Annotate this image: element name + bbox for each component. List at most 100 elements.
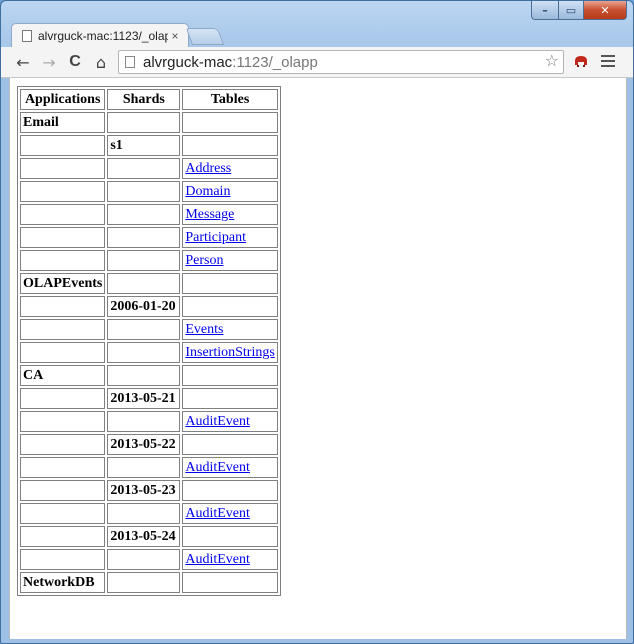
bookmark-star-icon[interactable]: ☆ xyxy=(545,51,559,70)
application-cell xyxy=(20,296,106,317)
back-icon[interactable]: ← xyxy=(13,52,33,72)
url-host: alvrguck-mac xyxy=(143,53,233,71)
application-cell xyxy=(20,457,106,478)
caption-buttons: – ▭ ✕ xyxy=(531,1,627,20)
table-link[interactable]: AuditEvent xyxy=(185,414,250,429)
shard-cell xyxy=(107,250,181,271)
table-cell xyxy=(182,434,278,455)
table-row: 2006-01-20 xyxy=(20,296,278,317)
table-cell: InsertionStrings xyxy=(182,342,278,363)
table-row: AuditEvent xyxy=(20,411,278,432)
shard-cell xyxy=(107,342,181,363)
application-cell: OLAPEvents xyxy=(20,273,106,294)
tab-close-icon[interactable]: × xyxy=(168,29,182,43)
menu-icon[interactable] xyxy=(601,55,615,69)
table-link[interactable]: InsertionStrings xyxy=(185,345,274,360)
table-link[interactable]: Person xyxy=(185,253,223,268)
table-row: 2013-05-23 xyxy=(20,480,278,501)
table-row: AuditEvent xyxy=(20,549,278,570)
header-tables: Tables xyxy=(182,89,278,110)
table-row: 2013-05-22 xyxy=(20,434,278,455)
application-cell xyxy=(20,204,106,225)
application-cell xyxy=(20,319,106,340)
table-row: Person xyxy=(20,250,278,271)
application-cell xyxy=(20,526,106,547)
table-link[interactable]: Domain xyxy=(185,184,230,199)
tab-strip: alvrguck-mac:1123/_olapp × xyxy=(1,19,633,48)
table-cell: Address xyxy=(182,158,278,179)
table-link[interactable]: Events xyxy=(185,322,223,337)
home-icon[interactable]: ⌂ xyxy=(91,52,111,72)
shard-cell xyxy=(107,158,181,179)
table-cell: AuditEvent xyxy=(182,549,278,570)
application-cell xyxy=(20,135,106,156)
table-row: Message xyxy=(20,204,278,225)
table-cell: AuditEvent xyxy=(182,457,278,478)
browser-window: – ▭ ✕ alvrguck-mac:1123/_olapp × ← → C ⌂… xyxy=(0,0,634,644)
table-link[interactable]: AuditEvent xyxy=(185,506,250,521)
table-link[interactable]: AuditEvent xyxy=(185,552,250,567)
table-row: OLAPEvents xyxy=(20,273,278,294)
extension-icon[interactable] xyxy=(573,53,589,69)
olap-table: Applications Shards Tables Email s1 Addres… xyxy=(17,86,281,596)
header-applications: Applications xyxy=(20,89,106,110)
application-cell xyxy=(20,342,106,363)
shard-cell xyxy=(107,181,181,202)
header-shards: Shards xyxy=(107,89,181,110)
shard-cell xyxy=(107,411,181,432)
tab-title: alvrguck-mac:1123/_olapp xyxy=(38,29,168,43)
table-row: 2013-05-24 xyxy=(20,526,278,547)
table-cell: Domain xyxy=(182,181,278,202)
page-icon xyxy=(125,56,135,68)
table-cell: Person xyxy=(182,250,278,271)
shard-cell xyxy=(107,112,181,133)
forward-icon[interactable]: → xyxy=(39,52,59,72)
shard-cell: 2013-05-21 xyxy=(107,388,181,409)
application-cell xyxy=(20,480,106,501)
table-cell: AuditEvent xyxy=(182,503,278,524)
table-cell: Message xyxy=(182,204,278,225)
table-cell xyxy=(182,526,278,547)
shard-cell xyxy=(107,204,181,225)
close-window-button[interactable]: ✕ xyxy=(584,1,627,20)
page-content: Applications Shards Tables Email s1 Addres… xyxy=(9,78,627,639)
new-tab-button[interactable] xyxy=(185,28,225,45)
address-bar[interactable]: alvrguck-mac:1123/_olapp ☆ xyxy=(118,50,564,74)
shard-cell xyxy=(107,503,181,524)
table-cell xyxy=(182,135,278,156)
table-link[interactable]: Message xyxy=(185,207,234,222)
table-cell xyxy=(182,273,278,294)
table-cell: Events xyxy=(182,319,278,340)
table-link[interactable]: AuditEvent xyxy=(185,460,250,475)
minimize-button[interactable]: – xyxy=(531,1,559,20)
table-row: 2013-05-21 xyxy=(20,388,278,409)
shard-cell xyxy=(107,365,181,386)
reload-icon[interactable]: C xyxy=(65,52,85,72)
shard-cell xyxy=(107,572,181,593)
application-cell: CA xyxy=(20,365,106,386)
shard-cell xyxy=(107,457,181,478)
application-cell: Email xyxy=(20,112,106,133)
table-cell: Participant xyxy=(182,227,278,248)
table-header-row: Applications Shards Tables xyxy=(20,89,278,110)
shard-cell xyxy=(107,227,181,248)
maximize-button[interactable]: ▭ xyxy=(559,1,584,20)
table-cell xyxy=(182,365,278,386)
table-row: AuditEvent xyxy=(20,503,278,524)
application-cell xyxy=(20,227,106,248)
shard-cell xyxy=(107,319,181,340)
table-row: AuditEvent xyxy=(20,457,278,478)
table-link[interactable]: Participant xyxy=(185,230,246,245)
table-cell xyxy=(182,388,278,409)
table-row: s1 xyxy=(20,135,278,156)
application-cell xyxy=(20,181,106,202)
tab-active[interactable]: alvrguck-mac:1123/_olapp × xyxy=(11,23,189,48)
shard-cell: 2006-01-20 xyxy=(107,296,181,317)
shard-cell: 2013-05-24 xyxy=(107,526,181,547)
table-link[interactable]: Address xyxy=(185,161,231,176)
application-cell xyxy=(20,549,106,570)
table-row: NetworkDB xyxy=(20,572,278,593)
table-row: Events xyxy=(20,319,278,340)
shard-cell: 2013-05-22 xyxy=(107,434,181,455)
application-cell xyxy=(20,388,106,409)
